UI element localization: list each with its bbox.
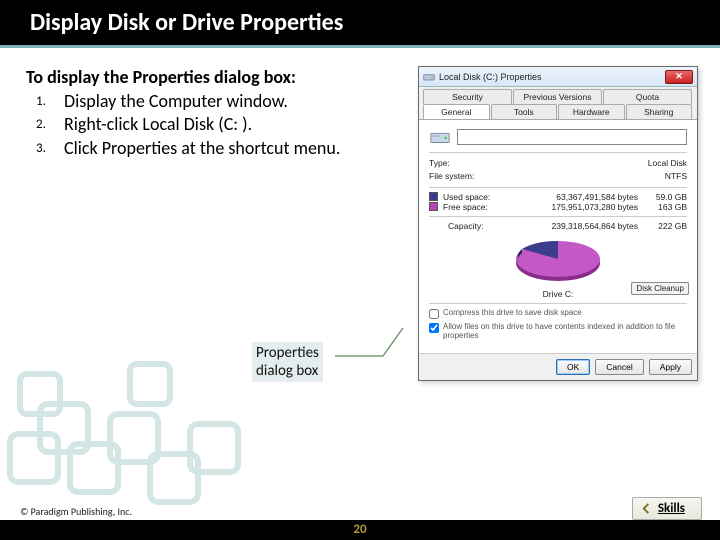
dialog-footer: OK Cancel Apply	[419, 353, 697, 380]
filesystem-value: NTFS	[665, 170, 687, 183]
tab-general[interactable]: General	[423, 104, 490, 119]
back-arrow-icon	[641, 503, 652, 514]
step-item: Display the Computer window.	[36, 90, 400, 113]
used-swatch	[429, 192, 438, 201]
dialog-title: Local Disk (C:) Properties	[439, 72, 542, 82]
dialog-tabs: Security Previous Versions Quota General…	[419, 87, 697, 119]
title-bar: Display Disk or Drive Properties	[0, 0, 720, 48]
free-label: Free space:	[443, 202, 503, 212]
free-bytes: 175,951,073,280 bytes	[508, 202, 638, 212]
close-button[interactable]: ✕	[665, 70, 693, 84]
volume-label-input[interactable]	[457, 129, 687, 145]
tab-sharing[interactable]: Sharing	[626, 104, 693, 119]
compress-label: Compress this drive to save disk space	[443, 308, 582, 317]
usage-pie-chart: Drive C: Disk Cleanup	[429, 237, 687, 299]
instructions-column: To display the Properties dialog box: Di…	[26, 66, 400, 381]
index-checkbox[interactable]	[429, 323, 439, 333]
properties-dialog: Local Disk (C:) Properties ✕ Security Pr…	[418, 66, 698, 381]
drive-icon	[423, 71, 435, 83]
skills-button[interactable]: Skills	[632, 497, 702, 520]
tab-hardware[interactable]: Hardware	[558, 104, 625, 119]
free-swatch	[429, 202, 438, 211]
used-label: Used space:	[443, 192, 503, 202]
capacity-bytes: 239,318,564,864 bytes	[513, 221, 638, 231]
step-item: Right-click Local Disk (C: ).	[36, 113, 400, 136]
drive-large-icon	[429, 126, 451, 148]
free-gb: 163 GB	[643, 202, 687, 212]
apply-button[interactable]: Apply	[649, 359, 692, 375]
callout-label: Properties dialog box	[252, 342, 323, 382]
type-label: Type:	[429, 157, 450, 170]
ok-button[interactable]: OK	[556, 359, 590, 375]
tab-security[interactable]: Security	[423, 89, 512, 104]
used-gb: 59.0 GB	[643, 192, 687, 202]
page-number: 20	[353, 522, 366, 537]
filesystem-label: File system:	[429, 170, 474, 183]
content-area: To display the Properties dialog box: Di…	[0, 48, 720, 381]
intro-text: To display the Properties dialog box:	[26, 66, 400, 88]
cancel-button[interactable]: Cancel	[595, 359, 643, 375]
tab-quota[interactable]: Quota	[603, 89, 692, 104]
close-icon: ✕	[675, 71, 683, 82]
dialog-titlebar: Local Disk (C:) Properties ✕	[419, 67, 697, 87]
index-label: Allow files on this drive to have conten…	[443, 322, 687, 340]
compress-checkbox[interactable]	[429, 309, 439, 319]
used-bytes: 63,367,491,584 bytes	[508, 192, 638, 202]
tab-previous-versions[interactable]: Previous Versions	[513, 89, 602, 104]
copyright-text: © Paradigm Publishing, Inc.	[20, 505, 132, 518]
disk-cleanup-button[interactable]: Disk Cleanup	[631, 282, 689, 295]
capacity-gb: 222 GB	[643, 221, 687, 231]
type-value: Local Disk	[648, 157, 687, 170]
skills-label: Skills	[658, 501, 685, 516]
step-item: Click Properties at the shortcut menu.	[36, 137, 400, 160]
capacity-label: Capacity:	[448, 221, 508, 231]
dialog-body: Type: Local Disk File system: NTFS Used sp…	[419, 119, 697, 353]
drive-caption: Drive C:	[543, 289, 574, 299]
slide-title: Display Disk or Drive Properties	[30, 8, 343, 37]
tab-tools[interactable]: Tools	[491, 104, 558, 119]
steps-list: Display the Computer window. Right-click…	[36, 90, 400, 160]
